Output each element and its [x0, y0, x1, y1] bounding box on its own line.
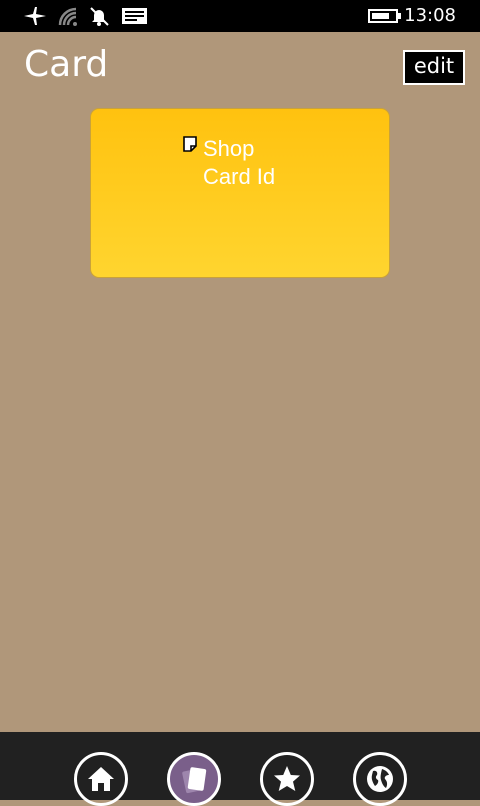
- battery-icon: [367, 6, 403, 26]
- airplane-mode-icon: [22, 6, 48, 26]
- globe-icon: [367, 766, 393, 792]
- notifications-off-icon: [87, 6, 111, 26]
- messaging-icon: [120, 6, 148, 26]
- cards-icon: [182, 767, 207, 794]
- page-title: Card: [24, 44, 109, 85]
- card-text: Shop Card Id: [203, 135, 275, 191]
- app-bar: [0, 732, 480, 806]
- home-icon: [88, 767, 114, 791]
- shop-card[interactable]: Shop Card Id: [90, 108, 390, 278]
- card-name: Shop: [203, 136, 255, 161]
- note-icon: [183, 136, 197, 152]
- status-bar: 13:08: [0, 0, 480, 32]
- star-icon: [274, 766, 300, 791]
- wifi-signal-icon: [56, 6, 80, 26]
- web-button[interactable]: [353, 752, 407, 806]
- card-id-label: Card Id: [203, 164, 276, 189]
- favorites-button[interactable]: [260, 752, 314, 806]
- cards-button[interactable]: [167, 752, 221, 806]
- home-button[interactable]: [74, 752, 128, 806]
- edit-button[interactable]: edit: [403, 50, 465, 85]
- status-time: 13:08: [404, 5, 456, 26]
